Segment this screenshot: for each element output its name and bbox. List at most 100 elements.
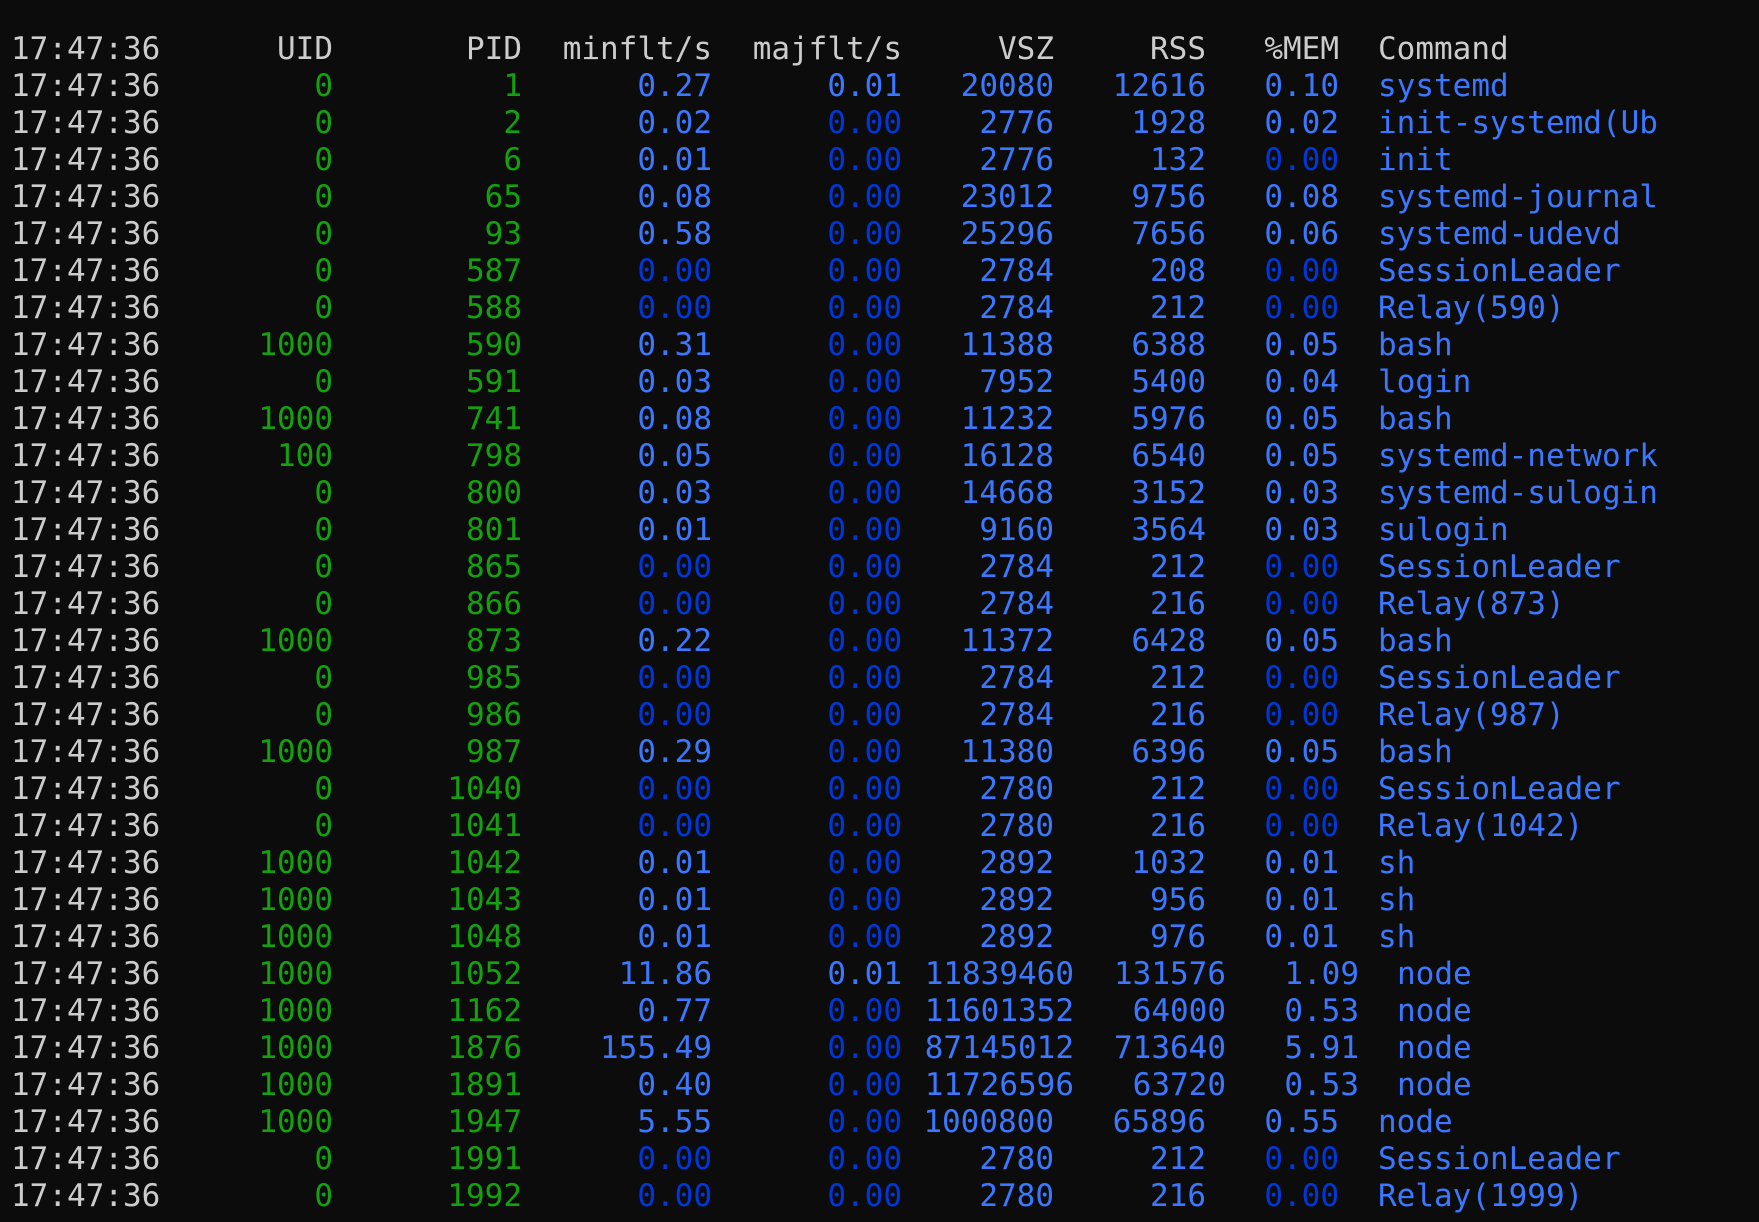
table-row: 17:47:36 1000 987 0.29 0.00 11380 6396 0.05 bash <box>0 734 1759 771</box>
vsz-cell: 2892 <box>979 919 1054 955</box>
rss-cell: 1928 <box>1131 105 1206 141</box>
time-cell: 17:47:36 <box>11 623 161 659</box>
command-cell: systemd-journal <box>1378 179 1658 215</box>
mem-cell: 0.02 <box>1264 105 1339 141</box>
vsz-cell: 2892 <box>979 845 1054 881</box>
minflt-cell: 0.01 <box>637 512 712 548</box>
pid-cell: 1048 <box>447 919 522 955</box>
minflt-cell: 0.00 <box>637 549 712 585</box>
uid-cell: 0 <box>314 364 333 400</box>
command-cell: node <box>1397 956 1472 992</box>
uid-cell: 0 <box>314 1141 333 1177</box>
vsz-cell: 11388 <box>960 327 1054 363</box>
majflt-cell: 0.00 <box>827 808 902 844</box>
time-cell: 17:47:36 <box>11 1104 161 1140</box>
command-cell: login <box>1378 364 1472 400</box>
command-cell: SessionLeader <box>1378 549 1621 585</box>
minflt-cell: 0.01 <box>637 882 712 918</box>
minflt-cell: 0.00 <box>637 290 712 326</box>
header-uid: UID <box>277 31 333 67</box>
pid-cell: 1992 <box>447 1178 522 1214</box>
time-cell: 17:47:36 <box>11 549 161 585</box>
pid-cell: 1040 <box>447 771 522 807</box>
mem-cell: 0.01 <box>1264 882 1339 918</box>
mem-cell: 0.00 <box>1264 142 1339 178</box>
table-row: 17:47:36 0 1041 0.00 0.00 2780 216 0.00 Relay(10… <box>0 808 1759 845</box>
pid-cell: 1947 <box>447 1104 522 1140</box>
rss-cell: 3564 <box>1131 512 1206 548</box>
uid-cell: 0 <box>314 290 333 326</box>
uid-cell: 1000 <box>258 956 333 992</box>
rss-cell: 216 <box>1150 1178 1206 1214</box>
majflt-cell: 0.00 <box>827 1067 902 1103</box>
time-cell: 17:47:36 <box>11 105 161 141</box>
majflt-cell: 0.00 <box>827 142 902 178</box>
rss-cell: 216 <box>1150 697 1206 733</box>
mem-cell: 0.55 <box>1264 1104 1339 1140</box>
pid-cell: 865 <box>466 549 522 585</box>
rss-cell: 3152 <box>1131 475 1206 511</box>
rss-cell: 212 <box>1150 1141 1206 1177</box>
rss-cell: 5400 <box>1131 364 1206 400</box>
mem-cell: 0.00 <box>1264 697 1339 733</box>
pid-cell: 1876 <box>447 1030 522 1066</box>
table-row: 17:47:36 1000 1048 0.01 0.00 2892 976 0.01 sh <box>0 919 1759 956</box>
rss-cell: 5976 <box>1131 401 1206 437</box>
pid-cell: 800 <box>466 475 522 511</box>
mem-cell: 0.03 <box>1264 512 1339 548</box>
majflt-cell: 0.00 <box>827 771 902 807</box>
minflt-cell: 0.08 <box>637 401 712 437</box>
time-cell: 17:47:36 <box>11 808 161 844</box>
header-pid: PID <box>466 31 522 67</box>
minflt-cell: 0.02 <box>637 105 712 141</box>
majflt-cell: 0.00 <box>827 179 902 215</box>
uid-cell: 0 <box>314 253 333 289</box>
uid-cell: 1000 <box>258 401 333 437</box>
pid-cell: 590 <box>466 327 522 363</box>
vsz-cell: 2784 <box>979 253 1054 289</box>
uid-cell: 1000 <box>258 993 333 1029</box>
mem-cell: 0.00 <box>1264 660 1339 696</box>
rss-cell: 63720 <box>1132 1067 1226 1103</box>
table-header: 17:47:36 UID PID minflt/s majflt/s VSZ R… <box>0 31 1759 68</box>
minflt-cell: 0.05 <box>637 438 712 474</box>
command-cell: Relay(987) <box>1378 697 1565 733</box>
time-cell: 17:47:36 <box>11 438 161 474</box>
command-cell: systemd-udevd <box>1378 216 1621 252</box>
minflt-cell: 0.03 <box>637 364 712 400</box>
uid-cell: 1000 <box>258 1067 333 1103</box>
command-cell: bash <box>1378 734 1453 770</box>
majflt-cell: 0.00 <box>827 845 902 881</box>
command-cell: sh <box>1378 845 1416 881</box>
vsz-cell: 2780 <box>979 808 1054 844</box>
time-cell: 17:47:36 <box>11 512 161 548</box>
terminal-window[interactable]: 17:47:36 UID PID minflt/s majflt/s VSZ R… <box>0 0 1759 1222</box>
rss-cell: 956 <box>1150 882 1206 918</box>
rss-cell: 208 <box>1150 253 1206 289</box>
mem-cell: 0.04 <box>1264 364 1339 400</box>
pid-cell: 2 <box>503 105 522 141</box>
minflt-cell: 0.01 <box>637 919 712 955</box>
pid-cell: 987 <box>466 734 522 770</box>
vsz-cell: 2784 <box>979 549 1054 585</box>
command-cell: Relay(1999) <box>1378 1178 1584 1214</box>
majflt-cell: 0.00 <box>827 1141 902 1177</box>
vsz-cell: 14668 <box>960 475 1054 511</box>
pid-cell: 1891 <box>447 1067 522 1103</box>
table-row: 17:47:36 1000 1876 155.49 0.00 87145012 713640… <box>0 1030 1759 1067</box>
mem-cell: 1.09 <box>1284 956 1359 992</box>
command-cell: SessionLeader <box>1378 253 1621 289</box>
minflt-cell: 0.77 <box>637 993 712 1029</box>
pid-cell: 1042 <box>447 845 522 881</box>
uid-cell: 1000 <box>258 327 333 363</box>
table-row: 17:47:36 0 866 0.00 0.00 2784 216 0.00 Relay(873… <box>0 586 1759 623</box>
vsz-cell: 11232 <box>960 401 1054 437</box>
command-cell: Relay(1042) <box>1378 808 1584 844</box>
vsz-cell: 2780 <box>979 1141 1054 1177</box>
table-row: 17:47:36 100 798 0.05 0.00 16128 6540 0.05 syste… <box>0 438 1759 475</box>
table-row: 17:47:36 0 986 0.00 0.00 2784 216 0.00 Relay(987… <box>0 697 1759 734</box>
time-cell: 17:47:36 <box>11 1030 161 1066</box>
command-cell: systemd-network <box>1378 438 1658 474</box>
rss-cell: 212 <box>1150 660 1206 696</box>
table-row: 17:47:36 1000 1052 11.86 0.01 11839460 131576 1… <box>0 956 1759 993</box>
